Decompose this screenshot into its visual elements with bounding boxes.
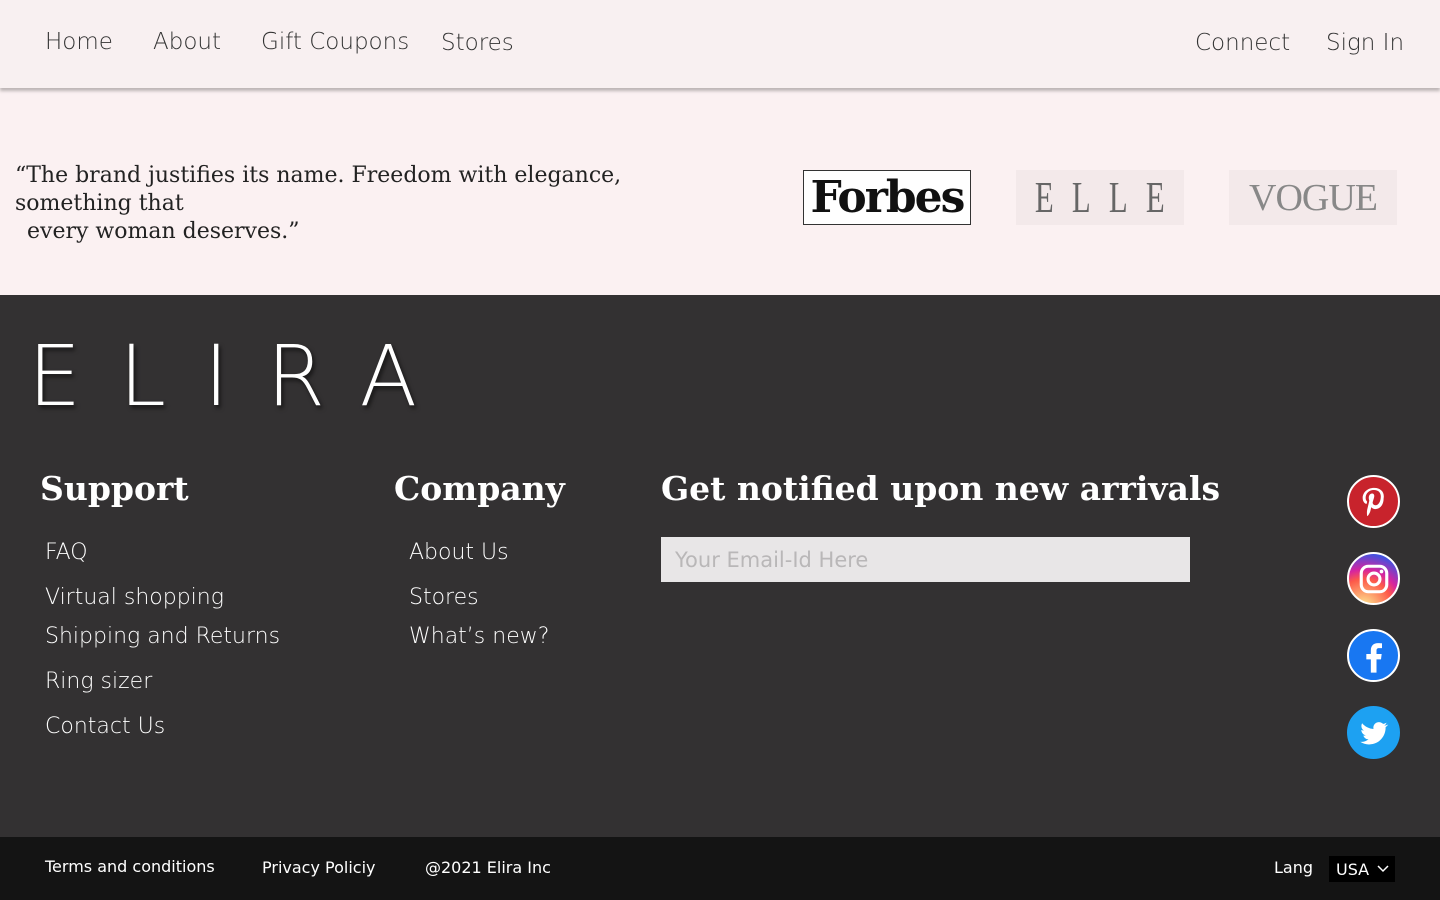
copyright-text: @2021 Elira Inc (425, 858, 551, 877)
footer-link-virtual-shopping[interactable]: Virtual shopping (45, 585, 224, 610)
nav-gift-coupons-link[interactable]: Gift Coupons (261, 29, 409, 55)
footer: ELIRA Support FAQ Virtual shopping Shipp… (0, 295, 1440, 837)
support-heading: Support (40, 469, 189, 508)
elle-logo-text: ELLE (1035, 173, 1184, 222)
terms-link[interactable]: Terms and conditions (45, 857, 215, 876)
footer-link-shipping-returns[interactable]: Shipping and Returns (45, 624, 280, 649)
forbes-logo-text: Forbes (810, 172, 966, 223)
press-quote-line2: every woman deserves.” (27, 219, 300, 244)
press-section: “The brand justifies its name. Freedom w… (0, 90, 1440, 295)
press-quote-line1: “The brand justifies its name. Freedom w… (15, 163, 622, 216)
lang-label: Lang (1274, 858, 1314, 877)
chevron-down-icon (1377, 865, 1389, 873)
footer-link-whats-new[interactable]: What’s new? (409, 624, 549, 649)
instagram-icon[interactable] (1347, 552, 1400, 605)
footer-link-ring-sizer[interactable]: Ring sizer (45, 669, 152, 694)
email-input[interactable] (661, 537, 1190, 582)
language-select[interactable]: USA (1329, 856, 1395, 882)
bottom-bar: Terms and conditions Privacy Policiy @20… (0, 837, 1440, 900)
language-select-value: USA (1336, 859, 1370, 879)
notify-heading: Get notified upon new arrivals (661, 469, 1221, 508)
footer-link-contact-us[interactable]: Contact Us (45, 714, 165, 739)
twitter-icon[interactable] (1347, 706, 1400, 759)
vogue-logo: VOGUE (1229, 170, 1397, 225)
nav-connect-link[interactable]: Connect (1195, 30, 1290, 56)
forbes-logo: Forbes (803, 170, 971, 225)
elle-logo: ELLE (1016, 170, 1184, 225)
nav-stores-link[interactable]: Stores (441, 30, 514, 56)
facebook-icon[interactable] (1347, 629, 1400, 682)
privacy-link[interactable]: Privacy Policiy (262, 858, 375, 877)
company-heading: Company (394, 469, 565, 508)
nav-home-link[interactable]: Home (45, 29, 113, 55)
brand-logo: ELIRA (28, 327, 456, 425)
footer-link-about-us[interactable]: About Us (409, 540, 509, 565)
top-nav: Home About Gift Coupons Stores Connect S… (0, 0, 1440, 88)
footer-link-stores[interactable]: Stores (409, 585, 479, 610)
nav-about-link[interactable]: About (153, 29, 221, 55)
pinterest-icon[interactable] (1347, 475, 1400, 528)
footer-link-faq[interactable]: FAQ (45, 540, 88, 565)
nav-sign-in-link[interactable]: Sign In (1326, 30, 1404, 56)
press-quote: “The brand justifies its name. Freedom w… (15, 162, 735, 246)
vogue-logo-text: VOGUE (1249, 176, 1378, 219)
